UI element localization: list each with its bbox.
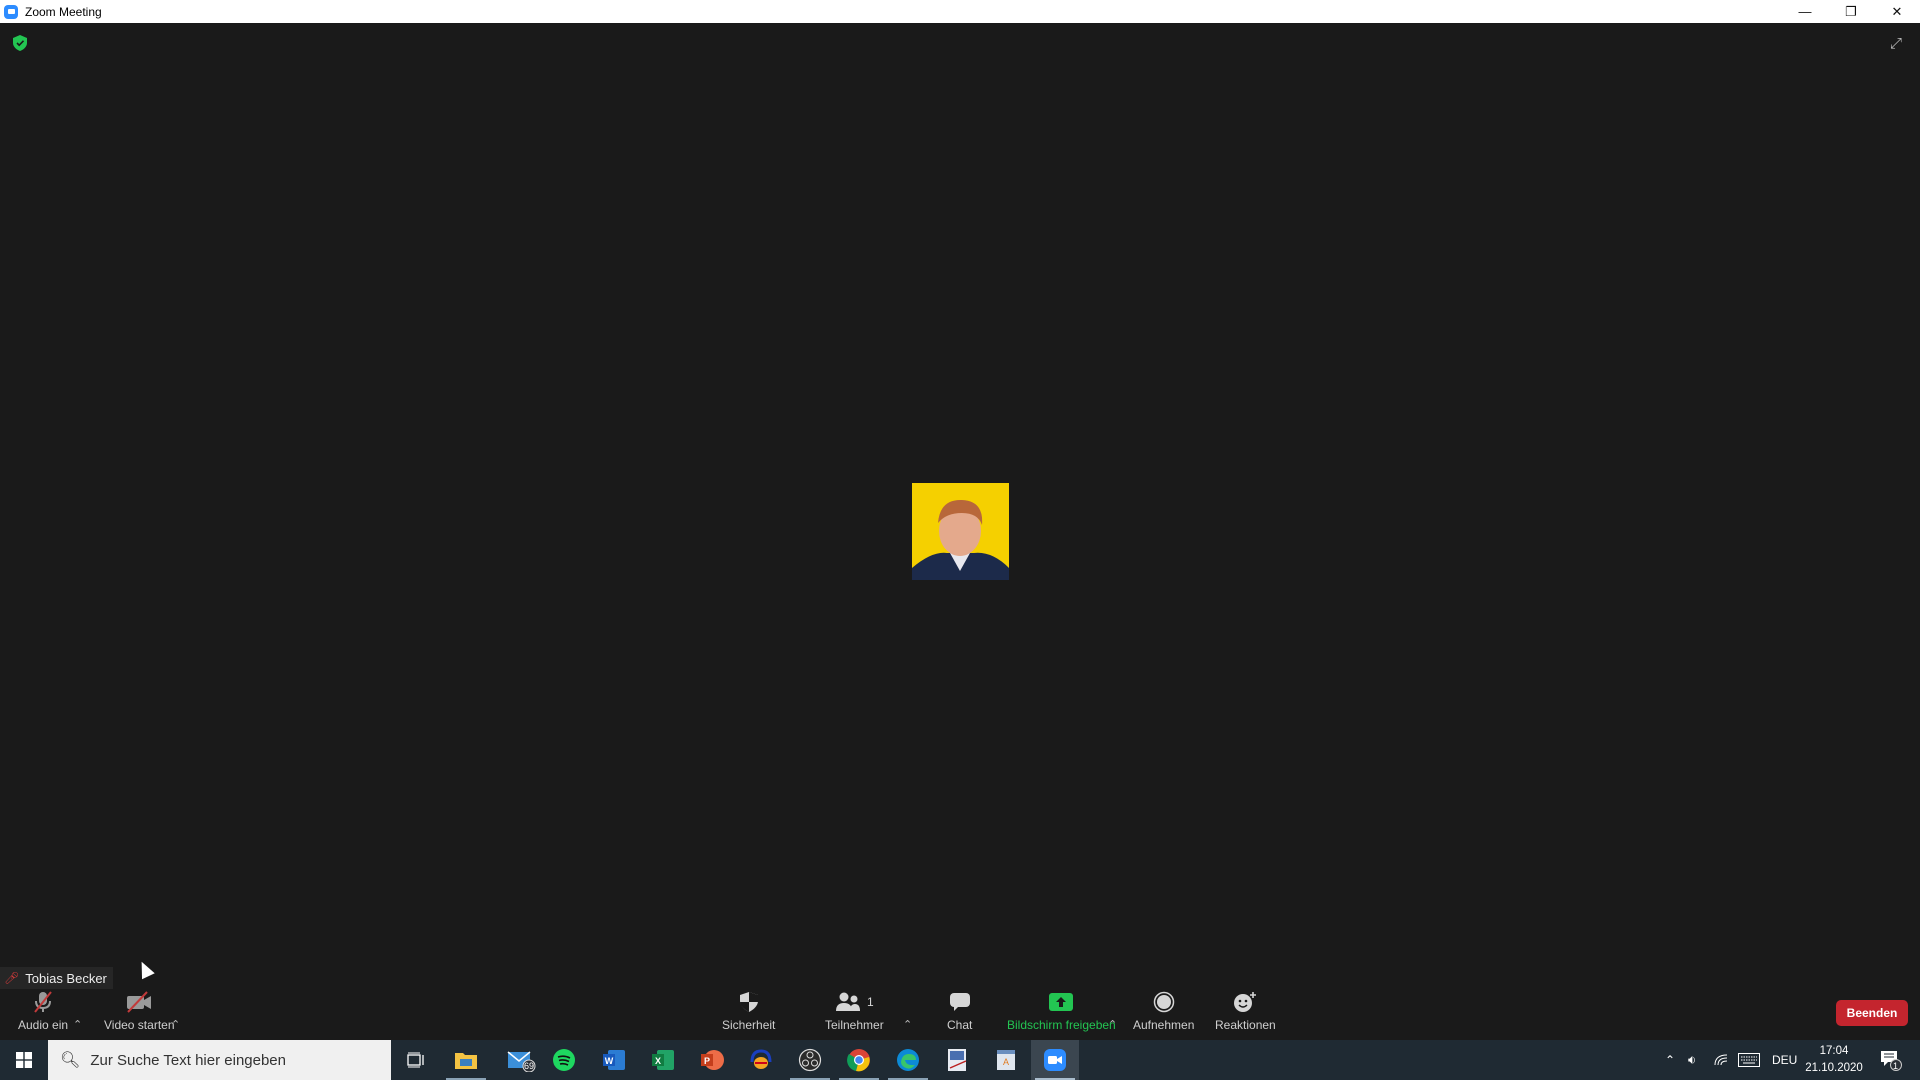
audacity-icon (750, 1049, 772, 1069)
taskbar-word[interactable]: W (590, 1040, 638, 1080)
svg-text:A: A (1003, 1057, 1009, 1067)
share-options-caret[interactable]: ⌃ (1108, 1018, 1117, 1031)
record-button[interactable]: Aufnehmen (1133, 990, 1194, 1032)
windows-logo-icon (16, 1052, 32, 1068)
security-button[interactable]: Sicherheit (722, 990, 775, 1032)
video-label: Video starten (104, 1018, 175, 1032)
clock-time: 17:04 (1819, 1045, 1849, 1057)
taskbar-edge[interactable] (884, 1040, 932, 1080)
reactions-button[interactable]: Reaktionen (1215, 990, 1276, 1032)
keyboard-icon[interactable] (1738, 1040, 1760, 1080)
reactions-label: Reaktionen (1215, 1018, 1276, 1032)
taskbar-app-2[interactable]: A (982, 1040, 1030, 1080)
share-screen-icon (1049, 990, 1074, 1014)
taskbar-powerpoint[interactable]: P (688, 1040, 736, 1080)
minimize-button[interactable]: — (1782, 0, 1828, 23)
shield-check-icon[interactable] (13, 35, 27, 51)
notification-icon (1881, 1051, 1902, 1071)
participant-name-tag: 🎤︎ Tobias Becker (0, 967, 113, 989)
audio-options-caret[interactable]: ⌃ (73, 1018, 82, 1031)
participants-count: 1 (867, 995, 874, 1009)
excel-icon: X (652, 1050, 674, 1070)
emoji-add-icon (1233, 990, 1257, 1014)
taskbar-app-1[interactable] (933, 1040, 981, 1080)
participant-avatar (912, 483, 1009, 580)
svg-text:W: W (605, 1056, 614, 1066)
task-view-icon (407, 1052, 424, 1068)
search-placeholder: Zur Suche Text hier eingeben (90, 1051, 286, 1069)
participants-options-caret[interactable]: ⌃ (903, 1018, 912, 1031)
window-title: Zoom Meeting (25, 4, 102, 19)
svg-text:X: X (655, 1056, 661, 1066)
video-options-caret[interactable]: ⌃ (171, 1018, 180, 1031)
taskbar-zoom[interactable] (1031, 1040, 1079, 1080)
participants-button[interactable]: 1 Teilnehmer (825, 990, 884, 1032)
svg-text:P: P (704, 1056, 710, 1066)
taskbar-mail[interactable]: 69 (497, 1040, 545, 1080)
language-indicator[interactable]: DEU (1772, 1040, 1797, 1080)
taskbar-search-input[interactable]: 🔍︎ Zur Suche Text hier eingeben (48, 1040, 391, 1080)
title-bar: Zoom Meeting — ❐ ✕ (0, 0, 1920, 23)
audio-button[interactable]: Audio ein (18, 990, 68, 1032)
mail-badge: 69 (524, 1061, 535, 1071)
record-icon (1153, 990, 1175, 1014)
network-icon[interactable] (1714, 1040, 1728, 1080)
edge-icon (897, 1049, 919, 1071)
taskbar-excel[interactable]: X (639, 1040, 687, 1080)
share-screen-label: Bildschirm freigeben (1007, 1018, 1116, 1032)
share-screen-button[interactable]: Bildschirm freigeben (1007, 990, 1116, 1032)
start-button[interactable] (0, 1040, 48, 1080)
close-button[interactable]: ✕ (1874, 0, 1920, 23)
folder-icon (455, 1053, 477, 1069)
notification-count: 1 (1893, 1061, 1899, 1071)
word-icon: W (603, 1050, 625, 1070)
zoom-app-icon (4, 4, 18, 19)
restore-button[interactable]: ❐ (1828, 0, 1874, 23)
shield-icon (739, 990, 759, 1014)
muted-mic-icon: 🎤︎ (4, 971, 20, 985)
action-center-button[interactable]: 1 (1880, 1040, 1902, 1080)
search-icon: 🔍︎ (60, 1052, 81, 1069)
task-view-button[interactable] (392, 1040, 440, 1080)
powerpoint-icon: P (701, 1050, 724, 1070)
end-meeting-button[interactable]: Beenden (1836, 1000, 1908, 1026)
participant-name: Tobias Becker (25, 970, 107, 986)
mouse-cursor (135, 958, 155, 980)
chat-bubble-icon (949, 990, 971, 1014)
muted-mic-icon (31, 990, 55, 1014)
obs-icon (798, 1048, 822, 1072)
participants-icon: 1 (835, 990, 874, 1014)
app-icon (948, 1049, 967, 1071)
taskbar-audacity[interactable] (737, 1040, 785, 1080)
chat-label: Chat (947, 1018, 973, 1032)
taskbar-clock[interactable]: 17:04 21.10.2020 (1800, 1043, 1868, 1077)
audio-label: Audio ein (18, 1018, 69, 1032)
spotify-icon (553, 1049, 575, 1071)
meeting-area: ⤢ 🎤︎ Tobias Becker Audio ein ⌃ Video sta… (0, 23, 1920, 1040)
taskbar-chrome[interactable] (835, 1040, 883, 1080)
clock-date: 21.10.2020 (1805, 1062, 1863, 1074)
security-label: Sicherheit (722, 1018, 776, 1032)
taskbar-obs[interactable] (786, 1040, 834, 1080)
taskbar-file-explorer[interactable] (442, 1040, 490, 1080)
chrome-icon (847, 1049, 870, 1072)
volume-icon[interactable]: 🔉︎ (1688, 1040, 1696, 1080)
participants-label: Teilnehmer (825, 1018, 884, 1032)
show-hidden-icons[interactable]: ⌃ (1665, 1040, 1675, 1080)
expand-icon[interactable]: ⤢ (1890, 35, 1908, 53)
video-off-icon (125, 990, 153, 1014)
zoom-icon (1044, 1049, 1066, 1071)
app-icon: A (997, 1050, 1015, 1070)
video-button[interactable]: Video starten (104, 990, 175, 1032)
record-label: Aufnehmen (1133, 1018, 1195, 1032)
taskbar-spotify[interactable] (540, 1040, 588, 1080)
chat-button[interactable]: Chat (947, 990, 972, 1032)
windows-taskbar: 🔍︎ Zur Suche Text hier eingeben 69 W X P (0, 1040, 1920, 1080)
